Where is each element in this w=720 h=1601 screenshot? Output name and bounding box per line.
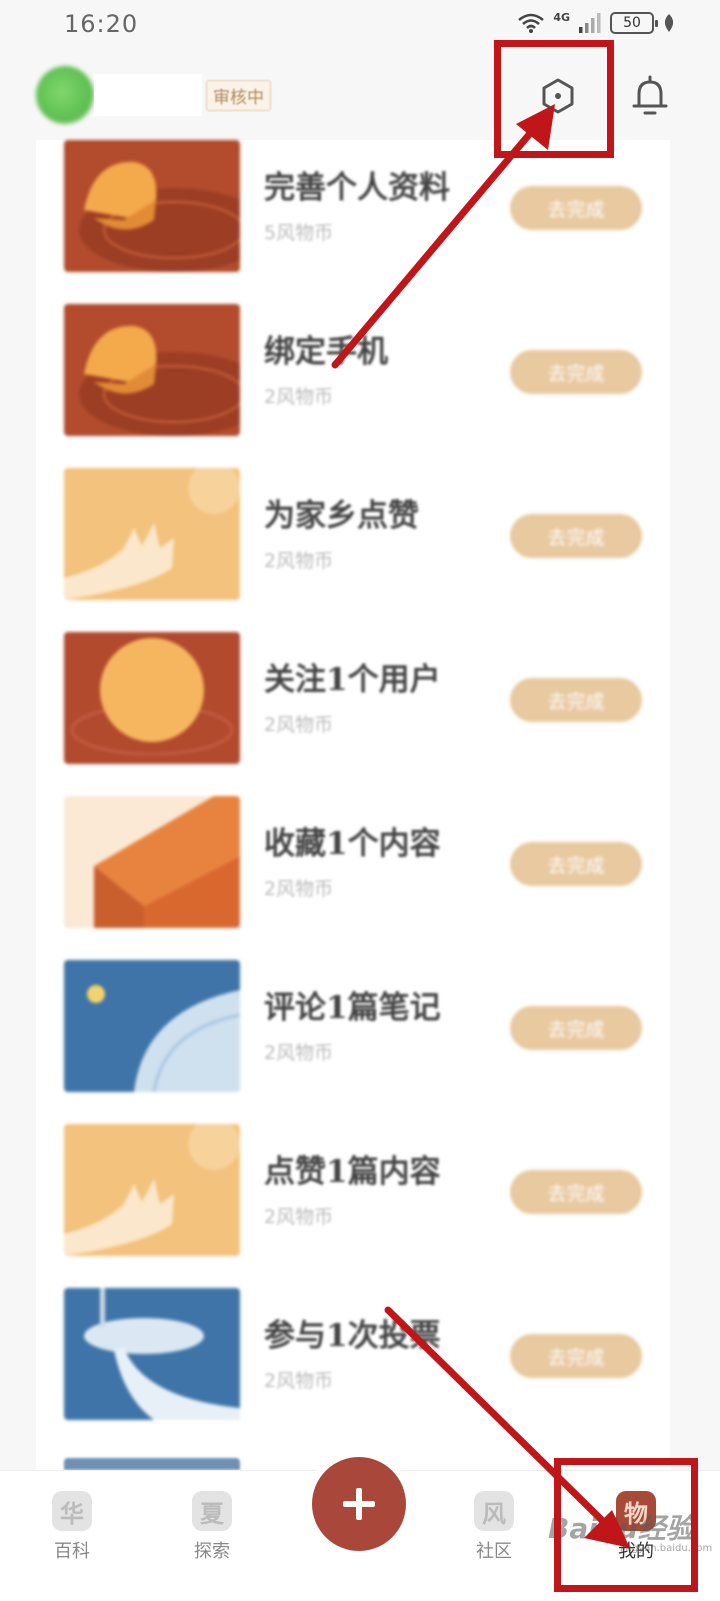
explore-icon: 夏 bbox=[192, 1491, 232, 1531]
task-reward: 2风物币 bbox=[264, 386, 334, 408]
add-post-button[interactable] bbox=[312, 1457, 406, 1551]
task-item: 参与1次投票 2风物币 去完成 bbox=[36, 1288, 670, 1428]
task-thumbnail-fan bbox=[64, 960, 240, 1092]
task-thumbnail-coin bbox=[64, 140, 240, 272]
username-redacted bbox=[94, 74, 202, 116]
nav-item-baike[interactable]: 华 百科 bbox=[32, 1491, 112, 1563]
network-type: 4G bbox=[553, 10, 570, 24]
task-thumbnail-box bbox=[64, 796, 240, 928]
status-icons: 4G 50 bbox=[517, 10, 676, 34]
task-reward: 2风物币 bbox=[264, 550, 334, 572]
review-status-badge: 审核中 bbox=[206, 80, 271, 111]
complete-task-button[interactable]: 去完成 bbox=[510, 842, 642, 886]
task-reward: 2风物币 bbox=[264, 1206, 334, 1228]
task-reward: 5风物币 bbox=[264, 222, 334, 244]
task-item: 完善个人资料 5风物币 去完成 bbox=[36, 140, 670, 280]
complete-task-button[interactable]: 去完成 bbox=[510, 678, 642, 722]
task-title: 点赞1篇内容 bbox=[264, 1154, 441, 1190]
task-item: 评论1篇笔记 2风物币 去完成 bbox=[36, 960, 670, 1100]
task-reward: 2风物币 bbox=[264, 1042, 334, 1064]
task-reward: 2风物币 bbox=[264, 878, 334, 900]
baike-icon: 华 bbox=[52, 1491, 92, 1531]
nav-label: 探索 bbox=[194, 1541, 230, 1562]
leaf-icon bbox=[664, 14, 674, 32]
battery-level: 50 bbox=[623, 15, 641, 31]
task-item: 关注1个用户 2风物币 去完成 bbox=[36, 632, 670, 772]
complete-task-button[interactable]: 去完成 bbox=[510, 1334, 642, 1378]
annotation-box-settings bbox=[494, 40, 614, 158]
nav-label: 百科 bbox=[54, 1541, 90, 1562]
task-title: 参与1次投票 bbox=[264, 1318, 441, 1354]
task-title: 收藏1个内容 bbox=[264, 826, 441, 862]
bell-icon bbox=[632, 75, 668, 115]
battery-icon: 50 bbox=[610, 12, 658, 34]
task-card: 完善个人资料 5风物币 去完成 绑定手机 2风物币 去完成 为家乡点赞 2风物币… bbox=[36, 140, 670, 1470]
complete-task-button[interactable]: 去完成 bbox=[510, 514, 642, 558]
signal-icon bbox=[579, 13, 601, 33]
task-reward: 2风物币 bbox=[264, 1370, 334, 1392]
task-title: 为家乡点赞 bbox=[264, 498, 419, 534]
task-thumbnail-sun bbox=[64, 632, 240, 764]
complete-task-button[interactable]: 去完成 bbox=[510, 186, 642, 230]
task-item: 点赞1篇内容 2风物币 去完成 bbox=[36, 1124, 670, 1264]
task-thumbnail-hand bbox=[64, 468, 240, 600]
complete-task-button[interactable]: 去完成 bbox=[510, 1006, 642, 1050]
community-icon: 风 bbox=[474, 1491, 514, 1531]
task-title: 绑定手机 bbox=[264, 334, 388, 370]
notification-button[interactable] bbox=[628, 70, 672, 122]
task-thumbnail-hand bbox=[64, 1124, 240, 1256]
task-title: 完善个人资料 bbox=[264, 170, 450, 206]
task-thumbnail-ribbon bbox=[64, 1288, 240, 1420]
task-item: 为家乡点赞 2风物币 去完成 bbox=[36, 468, 670, 608]
nav-label: 社区 bbox=[476, 1541, 512, 1562]
task-reward: 2风物币 bbox=[264, 714, 334, 736]
complete-task-button[interactable]: 去完成 bbox=[510, 1170, 642, 1214]
task-title: 关注1个用户 bbox=[264, 662, 441, 698]
task-title: 评论1篇笔记 bbox=[264, 990, 441, 1026]
annotation-box-mine bbox=[554, 1458, 698, 1592]
avatar[interactable] bbox=[36, 66, 94, 124]
next-task-thumbnail-partial bbox=[64, 1458, 240, 1470]
complete-task-button[interactable]: 去完成 bbox=[510, 350, 642, 394]
status-time: 16:20 bbox=[64, 10, 139, 38]
plus-icon bbox=[343, 1488, 375, 1520]
nav-item-community[interactable]: 风 社区 bbox=[454, 1491, 534, 1563]
task-item: 收藏1个内容 2风物币 去完成 bbox=[36, 796, 670, 936]
wifi-icon bbox=[518, 13, 545, 33]
nav-item-explore[interactable]: 夏 探索 bbox=[172, 1491, 252, 1563]
task-item: 绑定手机 2风物币 去完成 bbox=[36, 304, 670, 444]
task-thumbnail-coin bbox=[64, 304, 240, 436]
